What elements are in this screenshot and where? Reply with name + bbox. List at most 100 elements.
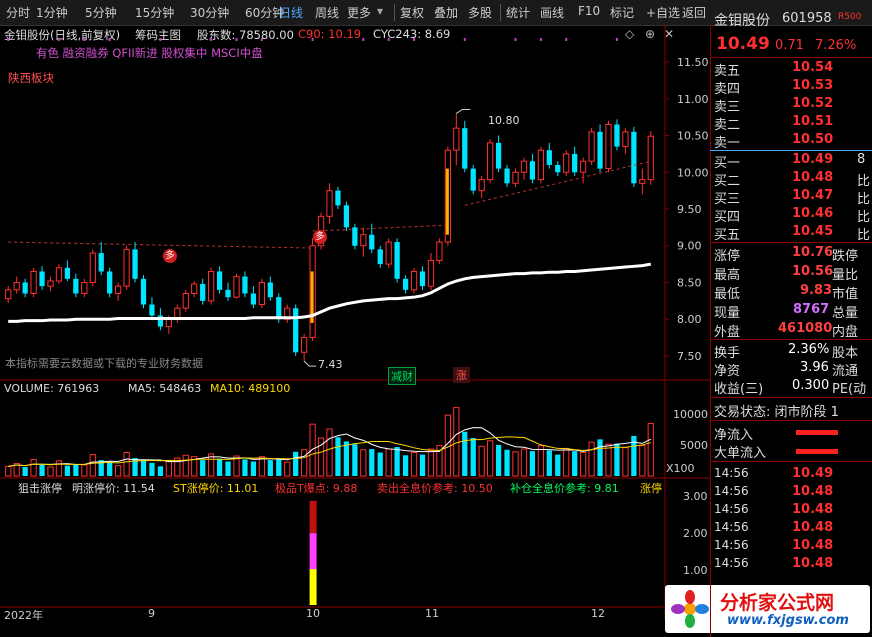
stock-code: 601958 <box>782 11 832 26</box>
candle-body <box>410 270 418 291</box>
volume-bar <box>5 465 12 477</box>
indicator-bar-yellow <box>309 569 317 605</box>
y-tick-label: 7.50 <box>677 350 702 363</box>
volume-bar <box>504 449 510 476</box>
candle-body <box>98 253 104 272</box>
volume-bar <box>157 466 164 476</box>
signal-dot <box>413 38 416 41</box>
signal-dot <box>57 38 60 41</box>
candle-body <box>504 168 510 184</box>
volume-bar <box>394 446 400 476</box>
candle-body <box>165 318 172 328</box>
volume-bar <box>614 443 620 476</box>
signal-bar <box>445 168 449 235</box>
stat-label-right: 股本 <box>832 346 859 361</box>
high-pointer <box>456 108 471 114</box>
resistance-line <box>312 224 448 232</box>
ask-price[interactable]: 10.54 <box>792 60 833 75</box>
volume-bar <box>427 448 435 477</box>
volume-bar <box>64 465 71 476</box>
low-price-label: 7.43 <box>318 358 343 371</box>
indicator-bar-red <box>309 500 317 534</box>
volume-bar <box>182 454 189 477</box>
y-tick-label: 9.00 <box>677 240 702 253</box>
volume-bar <box>335 437 341 476</box>
tick-price: 10.48 <box>792 484 834 499</box>
ask-price[interactable]: 10.52 <box>792 96 833 111</box>
ask-price[interactable]: 10.53 <box>792 78 833 93</box>
signal-dot <box>514 38 517 41</box>
ask-label: 卖四 <box>714 82 741 97</box>
candle-body <box>30 270 37 294</box>
bid-label: 买一 <box>714 156 741 171</box>
candle-body <box>258 281 265 306</box>
candle-body <box>89 252 96 283</box>
bid-price[interactable]: 10.49 <box>792 152 833 167</box>
stat-value: 0.300 <box>792 378 830 393</box>
ask-price[interactable]: 10.50 <box>792 132 833 147</box>
candle-body <box>22 282 28 294</box>
kline-chart[interactable]: 11.50 11.00 10.50 10.00 9.50 9.00 8.50 8.00 7.50 <box>0 0 710 637</box>
bid-label: 买五 <box>714 228 741 243</box>
stat-label: 净资 <box>714 364 741 379</box>
volume-bar <box>309 423 316 477</box>
ask-label: 卖五 <box>714 64 741 79</box>
bid-volume: 比 <box>857 228 871 243</box>
volume-bar <box>242 459 248 476</box>
candle-body <box>537 149 544 181</box>
y-tick-label: 11.00 <box>677 93 709 106</box>
indicator-panel-name[interactable]: 狙击涨停 <box>18 480 62 496</box>
bid-price[interactable]: 10.47 <box>792 188 833 203</box>
volume-bar <box>360 449 367 477</box>
volume-bar <box>495 444 502 476</box>
finance-reduction-badge: 减财 <box>388 367 416 385</box>
candle-body <box>436 241 443 261</box>
candle-body <box>453 127 460 151</box>
volume-bar <box>165 460 172 477</box>
candle-body <box>639 179 646 184</box>
volume-bar <box>647 422 654 477</box>
stat-label: 收益(三) <box>714 382 764 397</box>
stat-label: 最低 <box>714 287 741 302</box>
candle-body <box>267 282 273 298</box>
candle-body <box>225 289 231 298</box>
bid-volume: 比 <box>857 210 871 225</box>
tick-time: 14:56 <box>714 484 749 498</box>
candle-body <box>520 160 528 173</box>
ask-label: 卖一 <box>714 136 741 151</box>
trade-status: 交易状态: 闭市阶段 1 <box>714 405 839 420</box>
signal-dot <box>387 38 390 41</box>
panel-divider <box>710 339 872 340</box>
tick-time: 14:56 <box>714 556 749 570</box>
bid-price[interactable]: 10.45 <box>792 224 833 239</box>
signal-dot <box>463 38 466 41</box>
volume-bar <box>301 449 308 477</box>
panel-divider <box>710 420 872 421</box>
volume-bar <box>385 448 392 477</box>
candle-body <box>478 179 485 192</box>
bid-price[interactable]: 10.48 <box>792 170 833 185</box>
bid-label: 买二 <box>714 174 741 189</box>
signal-dot <box>260 38 263 41</box>
bid-price[interactable]: 10.46 <box>792 206 833 221</box>
t-burst-point: 极品T爆点: 9.88 <box>275 482 358 495</box>
limit-up-price: 明涨停价: 11.54 <box>72 482 155 495</box>
volume-bar <box>546 450 552 476</box>
last-price: 10.49 <box>716 34 770 54</box>
candle-body <box>5 289 12 300</box>
volume-bar <box>410 452 418 477</box>
candle-body <box>343 205 350 228</box>
candle-body <box>495 142 502 169</box>
stat-value: 3.96 <box>800 360 829 375</box>
ind-tick-3: 3.00 <box>683 490 708 503</box>
volume-value: VOLUME: 761963 <box>4 382 100 395</box>
stat-value: 10.76 <box>792 245 834 260</box>
big-inflow-bar <box>796 449 838 454</box>
stat-label-right: 流通 <box>832 364 859 379</box>
vol-unit: X100 <box>666 462 695 475</box>
stat-label-right: 市值 <box>832 287 859 302</box>
ask-price[interactable]: 10.51 <box>792 114 833 129</box>
bid-label: 买四 <box>714 210 741 225</box>
candle-body <box>326 190 333 217</box>
candle-body <box>647 135 654 181</box>
